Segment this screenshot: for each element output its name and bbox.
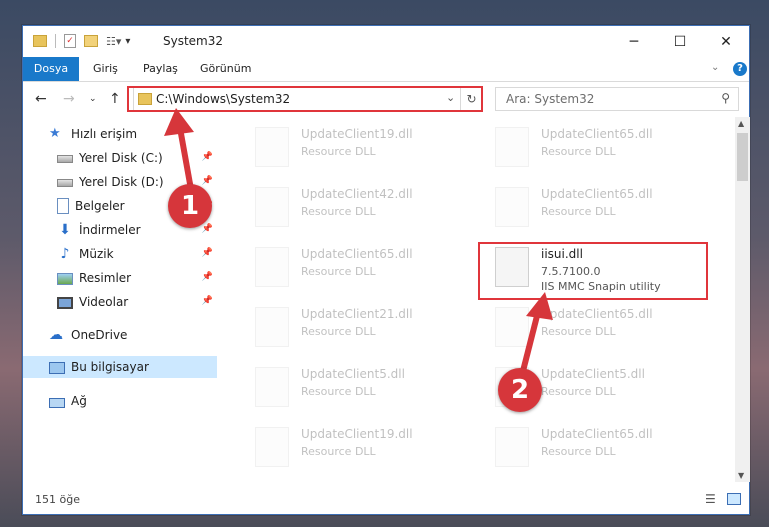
arrow-2 [519, 292, 553, 376]
step-badge-2: 2 [498, 368, 542, 412]
step-badge-1: 1 [168, 184, 212, 228]
arrow-1 [164, 108, 195, 196]
annotation-arrows [164, 108, 553, 376]
